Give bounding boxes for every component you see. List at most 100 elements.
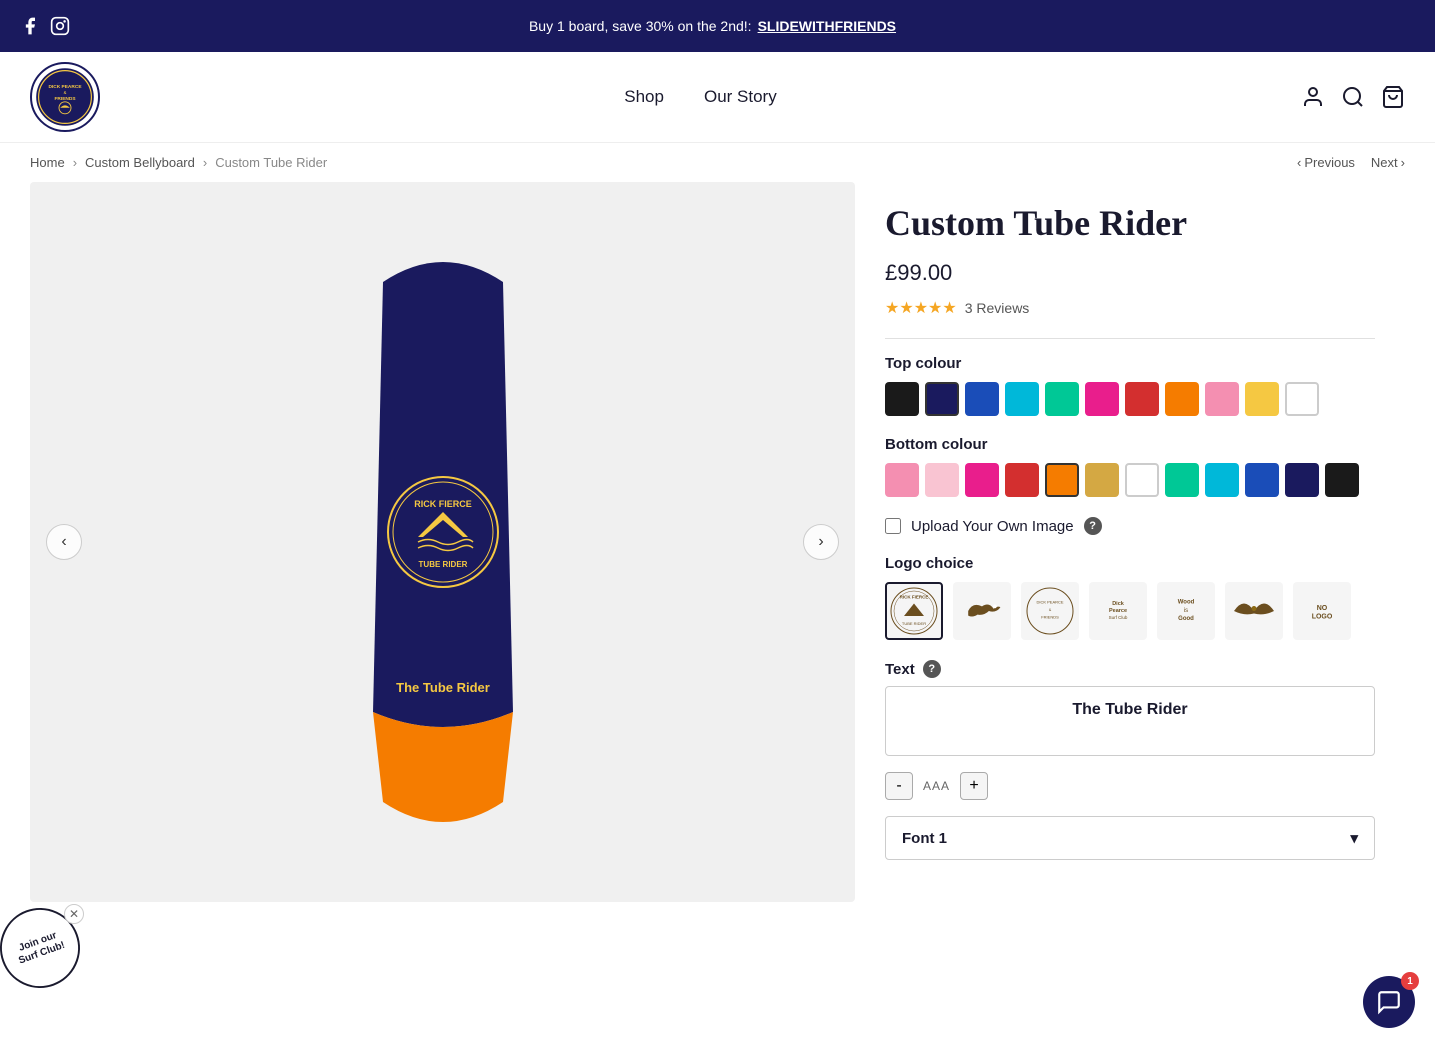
upload-section: Upload Your Own Image ?: [885, 517, 1375, 535]
upload-label: Upload Your Own Image: [911, 518, 1074, 535]
board-svg: RICK FIERCE TUBE RIDER The Tube Rider: [293, 222, 593, 862]
breadcrumb-custom-bellyboard[interactable]: Custom Bellyboard: [85, 155, 195, 170]
text-section: Text ? The Tube Rider: [885, 660, 1375, 756]
instagram-icon[interactable]: [50, 16, 70, 36]
font-select[interactable]: Font 1 ▾: [885, 816, 1375, 860]
top-color-orange[interactable]: [1165, 382, 1199, 416]
bottom-color-cyan[interactable]: [1205, 463, 1239, 497]
logo-no-logo-svg: NO LOGO: [1297, 586, 1347, 636]
logo-no-logo[interactable]: NO LOGO: [1293, 582, 1351, 640]
chat-icon: [1376, 989, 1402, 1015]
chat-button[interactable]: 1: [1363, 976, 1415, 1028]
bottom-color-teal[interactable]: [1165, 463, 1199, 497]
breadcrumb-current: Custom Tube Rider: [215, 155, 327, 170]
nav-shop[interactable]: Shop: [624, 87, 664, 107]
main-content: ‹ RICK FIERCE TUBE RIDER: [0, 182, 1435, 902]
svg-text:is: is: [1184, 608, 1188, 614]
top-colour-swatches: [885, 382, 1375, 416]
bottom-color-orange[interactable]: [1045, 463, 1079, 497]
logo-bird[interactable]: [953, 582, 1011, 640]
bottom-color-pink-med[interactable]: [885, 463, 919, 497]
svg-text:NO: NO: [1317, 605, 1328, 612]
top-color-light-pink[interactable]: [1205, 382, 1239, 416]
top-color-black[interactable]: [885, 382, 919, 416]
account-icon[interactable]: [1301, 85, 1325, 109]
svg-text:&: &: [1049, 608, 1052, 612]
bottom-color-white[interactable]: [1125, 463, 1159, 497]
breadcrumb-nav: ‹ Previous Next ›: [1297, 155, 1405, 170]
bottom-color-pink-pale[interactable]: [925, 463, 959, 497]
chat-badge: 1: [1401, 972, 1419, 990]
svg-text:TUBE RIDER: TUBE RIDER: [418, 560, 467, 569]
reviews-count: 3 Reviews: [965, 300, 1030, 316]
upload-help-icon[interactable]: ?: [1084, 517, 1102, 535]
top-color-red[interactable]: [1125, 382, 1159, 416]
font-decrease-btn[interactable]: -: [885, 772, 913, 800]
logo-surf-club-svg: Dick Pearce Surf Club: [1093, 586, 1143, 636]
top-color-teal[interactable]: [1045, 382, 1079, 416]
upload-checkbox[interactable]: [885, 518, 901, 534]
chevron-down-icon: ▾: [1350, 829, 1358, 847]
bottom-color-hot-pink[interactable]: [965, 463, 999, 497]
text-help-icon[interactable]: ?: [923, 660, 941, 678]
breadcrumb: Home › Custom Bellyboard › Custom Tube R…: [0, 143, 1435, 182]
logo[interactable]: DICK PEARCE & FRIENDS: [30, 62, 100, 132]
top-color-cyan[interactable]: [1005, 382, 1039, 416]
svg-text:Good: Good: [1178, 616, 1194, 622]
nav-our-story[interactable]: Our Story: [704, 87, 777, 107]
header-icons: [1301, 85, 1405, 109]
font-size-row: - AAA +: [885, 772, 1375, 800]
logo-dp-friends-svg: DICK PEARCE & FRIENDS: [1025, 586, 1075, 636]
cart-icon[interactable]: [1381, 85, 1405, 109]
social-icons: [20, 16, 70, 36]
top-color-white[interactable]: [1285, 382, 1319, 416]
logo-tube-rider[interactable]: RICK FIERCE TUBE RIDER: [885, 582, 943, 640]
bottom-color-navy[interactable]: [1285, 463, 1319, 497]
logo-choice-label: Logo choice: [885, 555, 1375, 572]
surf-club-bubble: Join ourSurf Club! ✕: [0, 908, 80, 988]
logo-swallow-svg: [1229, 586, 1279, 636]
bottom-color-gold[interactable]: [1085, 463, 1119, 497]
previous-link[interactable]: ‹ Previous: [1297, 155, 1355, 170]
logo-swallow[interactable]: [1225, 582, 1283, 640]
logo-bird-svg: [959, 588, 1005, 634]
image-prev-arrow[interactable]: ‹: [46, 524, 82, 560]
close-surf-club-button[interactable]: ✕: [64, 904, 84, 924]
logo-dp-friends[interactable]: DICK PEARCE & FRIENDS: [1021, 582, 1079, 640]
top-color-navy[interactable]: [925, 382, 959, 416]
svg-text:Wood: Wood: [1178, 600, 1195, 606]
breadcrumb-home[interactable]: Home: [30, 155, 65, 170]
logo-choice-section: Logo choice RICK FIERCE TUBE RIDER: [885, 555, 1375, 640]
board-display: RICK FIERCE TUBE RIDER The Tube Rider: [293, 202, 593, 882]
product-image-container: ‹ RICK FIERCE TUBE RIDER: [30, 182, 855, 902]
breadcrumb-left: Home › Custom Bellyboard › Custom Tube R…: [30, 155, 327, 170]
star-rating: ★★★★★: [885, 298, 957, 318]
text-input-box[interactable]: The Tube Rider: [885, 686, 1375, 756]
facebook-icon[interactable]: [20, 16, 40, 36]
logo-tube-rider-svg: RICK FIERCE TUBE RIDER: [889, 586, 939, 636]
product-details: Custom Tube Rider £99.00 ★★★★★ 3 Reviews…: [855, 182, 1405, 902]
logo-wood-is-good-svg: Wood is Good: [1161, 586, 1211, 636]
svg-text:The Tube Rider: The Tube Rider: [396, 680, 490, 695]
font-increase-btn[interactable]: +: [960, 772, 988, 800]
next-link[interactable]: Next ›: [1371, 155, 1405, 170]
svg-text:RICK FIERCE: RICK FIERCE: [900, 595, 929, 600]
font-size-label: AAA: [923, 779, 950, 793]
bottom-color-black[interactable]: [1325, 463, 1359, 497]
search-icon[interactable]: [1341, 85, 1365, 109]
top-color-hot-pink[interactable]: [1085, 382, 1119, 416]
logo-wood-is-good[interactable]: Wood is Good: [1157, 582, 1215, 640]
bottom-color-red[interactable]: [1005, 463, 1039, 497]
top-colour-section: Top colour: [885, 355, 1375, 416]
image-next-arrow[interactable]: ›: [803, 524, 839, 560]
bottom-colour-swatches: [885, 463, 1375, 497]
top-color-blue[interactable]: [965, 382, 999, 416]
promo-link[interactable]: SLIDEWITHFRIENDS: [758, 18, 896, 34]
main-nav: Shop Our Story: [624, 87, 776, 107]
top-color-gold[interactable]: [1245, 382, 1279, 416]
bottom-color-blue[interactable]: [1245, 463, 1279, 497]
logo-image: DICK PEARCE & FRIENDS: [35, 67, 95, 127]
logo-surf-club[interactable]: Dick Pearce Surf Club: [1089, 582, 1147, 640]
announcement-bar: Buy 1 board, save 30% on the 2nd!: SLIDE…: [0, 0, 1435, 52]
svg-text:Dick: Dick: [1112, 601, 1125, 607]
